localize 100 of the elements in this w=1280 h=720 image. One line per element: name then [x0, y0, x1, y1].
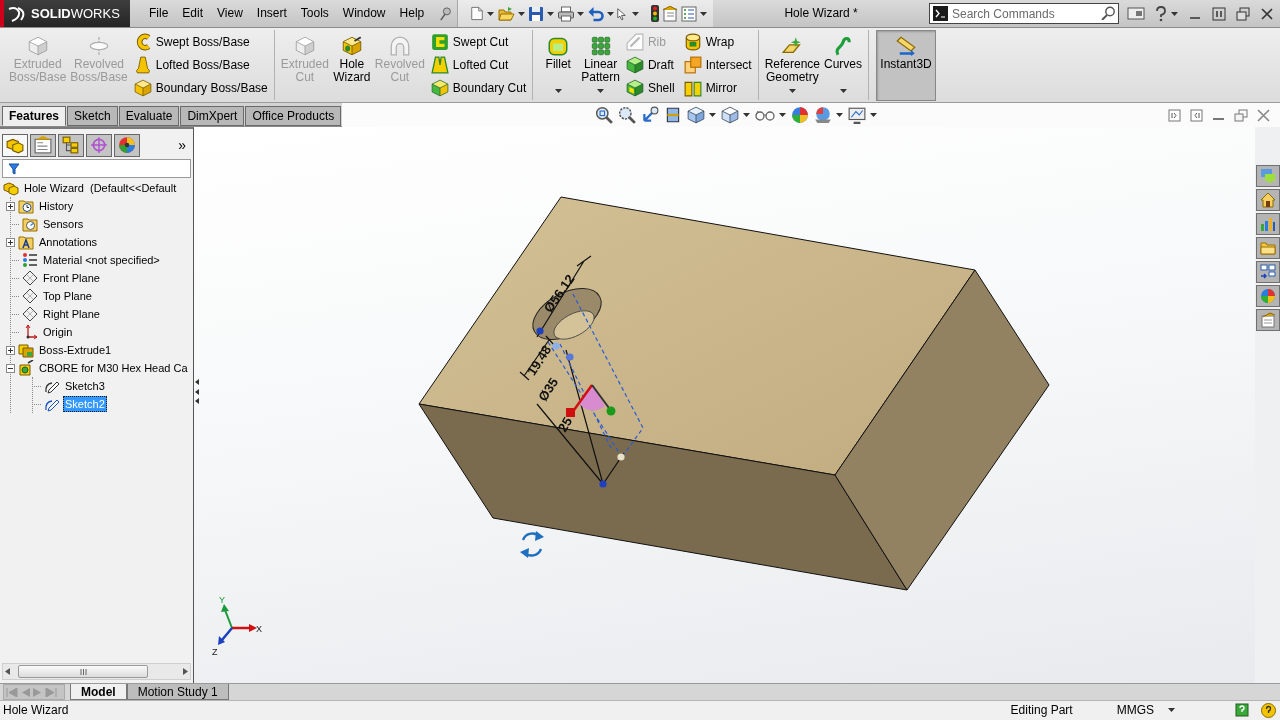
tree-item[interactable]: Annotations — [37, 234, 100, 250]
caret-icon[interactable] — [518, 11, 526, 16]
menu-item[interactable]: Help — [392, 4, 432, 23]
tab[interactable]: Office Products — [245, 106, 342, 126]
tree-item[interactable]: Top Plane — [41, 288, 94, 304]
caret-icon[interactable] — [632, 11, 640, 16]
tree-item[interactable]: Sketch3 — [63, 378, 107, 394]
task-pane-tab[interactable] — [1256, 213, 1280, 235]
display-settings-icon[interactable] — [848, 106, 867, 124]
caret-icon[interactable] — [1171, 11, 1178, 16]
menu-item[interactable]: Window — [335, 4, 393, 23]
tile-icon[interactable] — [1212, 6, 1226, 21]
caret-icon[interactable] — [870, 113, 878, 117]
menu-item[interactable]: View — [210, 4, 250, 23]
tree-item[interactable]: Origin — [41, 324, 75, 340]
right-arrow-icon[interactable] — [183, 668, 188, 675]
command-button[interactable]: Boundary Boss/Base — [131, 78, 270, 98]
tile-right-icon[interactable] — [1190, 108, 1203, 122]
minus-box-icon[interactable] — [6, 363, 15, 373]
panel-tab[interactable] — [2, 133, 28, 157]
restore-icon[interactable] — [1236, 6, 1250, 21]
tree-item[interactable]: History — [37, 198, 76, 214]
tree-item[interactable]: Right Plane — [41, 306, 102, 322]
left-arrow-icon[interactable] — [5, 668, 10, 675]
command-button[interactable]: Swept Cut — [428, 32, 529, 52]
caret-icon[interactable] — [700, 11, 708, 16]
tree-item[interactable]: Sensors — [41, 216, 86, 232]
tab[interactable]: Model — [70, 684, 127, 700]
menu-item[interactable]: File — [142, 4, 176, 23]
command-button[interactable]: Fillet — [537, 30, 580, 101]
caret-icon[interactable] — [1168, 708, 1175, 713]
command-button[interactable]: Reference Geometry — [762, 30, 823, 101]
axis-handle[interactable] — [591, 384, 616, 416]
command-button[interactable]: Lofted Boss/Base — [131, 55, 270, 75]
close-icon[interactable] — [1260, 6, 1274, 21]
tree-item[interactable]: Hole Wizard (Default<<Default — [22, 180, 179, 196]
tab[interactable]: Evaluate — [118, 106, 180, 126]
traffic-light-icon[interactable] — [651, 5, 660, 22]
rebuild-icon[interactable] — [1235, 703, 1249, 717]
horizontal-scrollbar[interactable] — [2, 663, 191, 680]
command-button[interactable]: Instant3D — [876, 30, 937, 101]
command-button[interactable]: Shell — [623, 78, 677, 98]
caret-icon[interactable] — [547, 11, 555, 16]
new-document-icon[interactable] — [470, 5, 485, 22]
command-button[interactable]: Lofted Cut — [428, 55, 529, 75]
caret-icon[interactable] — [597, 89, 605, 93]
color-sphere-icon[interactable] — [791, 106, 810, 124]
filter-icon[interactable] — [8, 162, 20, 175]
more-tabs-button[interactable]: » — [173, 138, 191, 152]
filter-field[interactable] — [2, 159, 191, 178]
plus-box-icon[interactable] — [6, 237, 15, 247]
tile-left-icon[interactable] — [1168, 108, 1181, 122]
command-button[interactable]: Hole Wizard — [330, 30, 373, 101]
pushpin-icon[interactable] — [439, 5, 454, 22]
zoom-area-icon[interactable] — [618, 106, 637, 124]
cube-icon[interactable] — [687, 106, 706, 124]
dimension-text[interactable]: 25 — [554, 414, 576, 435]
clipboard-icon[interactable] — [662, 5, 679, 22]
menu-item[interactable]: Insert — [249, 4, 294, 23]
caret-icon[interactable] — [836, 113, 844, 117]
command-button[interactable]: Curves — [822, 30, 865, 101]
tab[interactable]: Features — [2, 106, 67, 126]
caret-icon[interactable] — [487, 11, 495, 16]
caret-icon[interactable] — [709, 113, 717, 117]
caret-icon[interactable] — [839, 89, 847, 93]
glasses-icon[interactable] — [755, 109, 776, 121]
caret-icon[interactable] — [577, 11, 585, 16]
task-pane-tab[interactable] — [1256, 285, 1280, 307]
tab[interactable]: Sketch — [67, 106, 118, 126]
diagonal-arrow-icon[interactable] — [641, 106, 660, 124]
search-icon[interactable] — [1101, 6, 1115, 20]
plus-box-icon[interactable] — [6, 201, 15, 211]
command-button[interactable]: Linear Pattern — [579, 30, 622, 101]
panel-tab[interactable] — [30, 133, 56, 157]
command-button[interactable]: Swept Boss/Base — [131, 32, 270, 52]
command-button[interactable]: Wrap — [681, 32, 754, 52]
task-pane-tab[interactable] — [1256, 261, 1280, 283]
caret-icon[interactable] — [554, 89, 562, 93]
print-icon[interactable] — [557, 5, 575, 22]
tree-item[interactable]: Material <not specified> — [41, 252, 162, 268]
checklist-icon[interactable] — [681, 5, 698, 22]
sketch-point[interactable] — [552, 342, 560, 350]
menu-item[interactable]: Tools — [293, 4, 336, 23]
panel-tab[interactable] — [86, 133, 112, 157]
shaded-cube-icon[interactable] — [721, 106, 740, 124]
search-field[interactable]: Search Commands — [929, 3, 1119, 24]
panel-tab[interactable] — [58, 133, 84, 157]
sketch-point[interactable] — [536, 327, 544, 335]
tab[interactable]: Motion Study 1 — [126, 684, 229, 700]
help-icon[interactable] — [1155, 5, 1167, 22]
tree-item[interactable]: CBORE for M30 Hex Head Ca — [37, 360, 190, 376]
caret-icon[interactable] — [779, 113, 787, 117]
caret-icon[interactable] — [743, 113, 751, 117]
menu-item[interactable]: Edit — [175, 4, 211, 23]
panel-tab[interactable] — [114, 133, 140, 157]
sketch-point[interactable] — [617, 453, 625, 461]
units-selector[interactable]: MMGS — [1116, 703, 1175, 718]
command-button[interactable]: Boundary Cut — [428, 78, 529, 98]
task-pane-tab[interactable] — [1256, 165, 1280, 187]
task-pane-tab[interactable] — [1256, 237, 1280, 259]
